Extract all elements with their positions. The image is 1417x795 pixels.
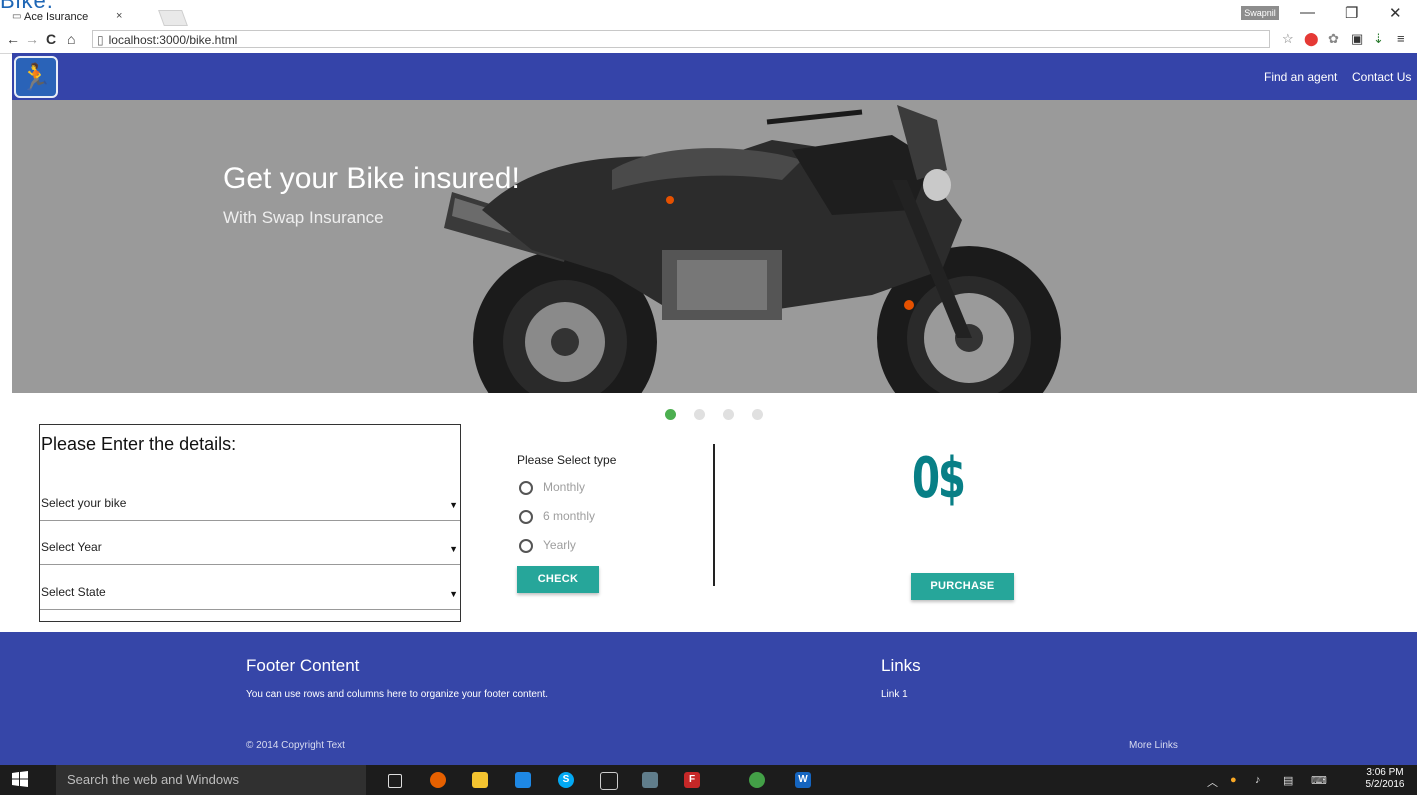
footer: [0, 632, 1417, 765]
chevron-down-icon: ▼: [449, 589, 458, 599]
restore-icon[interactable]: ❐: [1345, 4, 1358, 22]
taskbar-clock[interactable]: 3:06 PM 5/2/2016: [1360, 767, 1410, 791]
footer-copyright: © 2014 Copyright Text: [246, 740, 345, 751]
url-text: localhost:3000/bike.html: [108, 33, 238, 47]
filezilla-icon[interactable]: F: [684, 772, 700, 788]
nav-find-agent[interactable]: Find an agent: [1264, 70, 1337, 84]
download-icon[interactable]: ⇣: [1373, 31, 1384, 47]
url-input[interactable]: ▯ localhost:3000/bike.html: [92, 30, 1270, 48]
radio-monthly[interactable]: Monthly: [519, 480, 679, 496]
volume-icon[interactable]: ♪: [1255, 774, 1261, 786]
network-icon[interactable]: [642, 772, 658, 788]
package-icon[interactable]: [600, 772, 618, 790]
action-center-icon[interactable]: ▤: [1283, 774, 1293, 787]
footer-links-title: Links: [881, 656, 921, 675]
radio-6-monthly-label: 6 monthly: [543, 509, 596, 523]
clock-date: 5/2/2016: [1365, 779, 1405, 790]
chevron-down-icon: ▼: [449, 500, 458, 510]
chevron-down-icon: ▼: [449, 544, 458, 554]
footer-link-1[interactable]: Link 1: [881, 689, 908, 700]
bike-select[interactable]: Select your bike ▼: [40, 477, 460, 521]
radio-circle: [519, 539, 533, 553]
carousel-dot-3[interactable]: [723, 409, 734, 420]
page-info-icon: ▯: [97, 33, 104, 47]
year-select[interactable]: Select Year ▼: [40, 521, 460, 565]
radio-monthly-label: Monthly: [543, 480, 586, 494]
tray-app-icon[interactable]: ●: [1230, 774, 1237, 786]
state-select-value: Select State: [41, 585, 106, 599]
carousel-dot-4[interactable]: [752, 409, 763, 420]
clock-time: 3:06 PM: [1366, 767, 1404, 778]
tab-title: Ace Isurance: [24, 11, 89, 23]
radio-yearly-label: Yearly: [543, 538, 576, 552]
footer-content-title: Footer Content: [246, 656, 360, 675]
browser-tab[interactable]: ▭ Ace Isurance ×: [6, 7, 156, 27]
file-explorer-icon[interactable]: [472, 772, 488, 788]
radio-yearly[interactable]: Yearly: [519, 538, 679, 554]
hero-subtitle: With Swap Insurance: [223, 208, 384, 227]
carousel-dot-1[interactable]: [665, 409, 676, 420]
footer-more-links[interactable]: More Links: [1129, 740, 1178, 751]
footer-content-text: You can use rows and columns here to org…: [246, 689, 549, 700]
hero-slider: [12, 100, 1417, 393]
motorcycle-image: [444, 105, 1061, 393]
carousel-dot-2[interactable]: [694, 409, 705, 420]
store-icon[interactable]: [515, 772, 531, 788]
word-icon[interactable]: W: [795, 772, 811, 788]
back-icon[interactable]: ←: [6, 31, 20, 47]
radio-circle: [519, 510, 533, 524]
year-select-value: Select Year: [41, 540, 102, 554]
browser-tab-bar: [0, 0, 1417, 27]
forward-icon[interactable]: →: [25, 31, 39, 47]
reload-icon[interactable]: C: [46, 31, 56, 47]
logo[interactable]: 🏃: [14, 56, 58, 98]
bookmark-star-icon[interactable]: ☆: [1282, 31, 1294, 47]
page-icon: ▭: [12, 11, 22, 22]
hero-title: Get your Bike insured!: [223, 162, 520, 195]
radio-6-monthly[interactable]: 6 monthly: [519, 509, 679, 525]
type-label: Please Select type: [517, 453, 617, 467]
tray-chevron-up-icon[interactable]: ︿: [1207, 774, 1218, 790]
price-display: 0$: [912, 446, 966, 511]
home-icon[interactable]: ⌂: [67, 31, 75, 47]
purchase-button[interactable]: PURCHASE: [911, 573, 1014, 600]
nav-contact-us[interactable]: Contact Us: [1352, 70, 1411, 84]
site-navbar: [12, 53, 1417, 100]
keyboard-icon[interactable]: ⌨: [1311, 774, 1327, 787]
window-close-icon[interactable]: ✕: [1389, 4, 1402, 22]
extension-icon[interactable]: ✿: [1328, 31, 1339, 47]
windows-start-icon[interactable]: [12, 771, 28, 787]
taskbar-search-input[interactable]: Search the web and Windows: [56, 765, 366, 795]
state-select[interactable]: Select State ▼: [40, 566, 460, 610]
minimize-icon[interactable]: —: [1300, 4, 1315, 21]
close-icon[interactable]: ×: [116, 10, 122, 22]
divider: [713, 444, 715, 586]
form-title: Please Enter the details:: [41, 434, 237, 454]
pocket-icon[interactable]: ▣: [1351, 31, 1363, 47]
skype-icon[interactable]: S: [558, 772, 574, 788]
adblock-icon[interactable]: ⬤: [1304, 31, 1319, 47]
chrome-icon[interactable]: [749, 772, 765, 788]
firefox-icon[interactable]: [430, 772, 446, 788]
radio-circle: [519, 481, 533, 495]
menu-icon[interactable]: ≡: [1397, 31, 1405, 46]
task-view-icon[interactable]: [388, 774, 402, 788]
bike-select-value: Select your bike: [41, 496, 127, 510]
user-profile-chip[interactable]: Swapnil: [1241, 6, 1279, 20]
check-button[interactable]: CHECK: [517, 566, 599, 593]
